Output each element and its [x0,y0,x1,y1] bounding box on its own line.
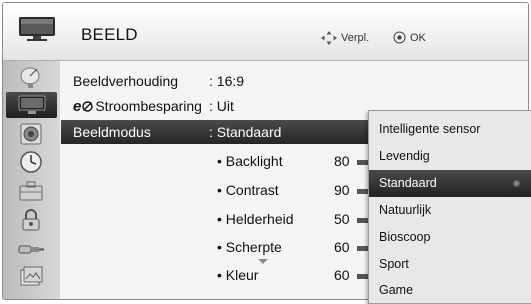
lock-icon [22,209,40,231]
energy-saving-value: : Uit [209,98,234,114]
sidebar-item-audio[interactable] [11,121,51,147]
eco-leaf-icon [82,101,94,112]
color-label: • Kleur [217,267,259,283]
sidebar-item-time[interactable] [11,149,51,175]
mode-option-label: Levendig [379,149,430,163]
picture-mode-value: : Standaard [209,124,282,140]
mode-option-intelligent-sensor[interactable]: Intelligente sensor [369,116,531,143]
picture-mode-label: Beeldmodus [73,124,151,140]
ok-hint-label: OK [410,31,426,44]
sidebar-item-media[interactable] [11,264,51,290]
sidebar-item-options[interactable] [11,178,51,204]
clock-icon [20,151,42,173]
media-photo-icon [20,266,43,286]
eco-logo: e [73,98,82,115]
scroll-down-icon[interactable] [258,259,268,264]
mode-option-bioscoop[interactable]: Bioscoop [369,224,531,251]
aspect-ratio-label: Beeldverhouding [73,73,179,89]
aspect-ratio-row[interactable]: Beeldverhouding : 16:9 [61,69,528,93]
input-plug-icon [18,245,44,254]
brightness-value: 50 [334,211,350,227]
category-sidebar [3,61,60,299]
mode-option-natuurlijk[interactable]: Natuurlijk [369,197,531,224]
menu-header: BEELD Verpl. OK [3,3,528,61]
mode-option-label: Natuurlijk [379,203,432,217]
sharpness-label: • Scherpte [217,239,282,255]
contrast-label: • Contrast [217,182,279,198]
speaker-icon [20,123,42,145]
ok-button-icon [393,31,406,44]
move-hint: Verpl. [321,31,369,45]
backlight-value: 80 [334,153,350,169]
sidebar-item-satellite[interactable] [11,65,51,91]
move-hint-label: Verpl. [341,32,370,44]
navigation-arrows-icon [321,31,337,45]
color-value: 60 [334,267,350,283]
mode-option-sport[interactable]: Sport [369,251,531,278]
mode-option-label: Sport [379,257,409,271]
mode-option-label: Game [379,283,414,297]
picture-mode-dropdown: Intelligente sensor Levendig Standaard N… [368,110,531,304]
aspect-ratio-value: : 16:9 [209,73,245,89]
energy-saving-label-group: e Stroombesparing [73,98,202,115]
tv-icon [19,17,55,41]
mode-option-levendig[interactable]: Levendig [369,143,531,170]
ok-hint: OK [393,31,426,44]
mode-option-game[interactable]: Game [369,277,531,304]
menu-title: BEELD [81,25,138,44]
mode-option-standaard[interactable]: Standaard [369,170,531,197]
mode-option-label: Intelligente sensor [379,122,481,136]
satellite-dish-icon [20,67,40,88]
sidebar-item-picture[interactable] [6,92,57,118]
selected-indicator-icon [513,180,520,187]
tv-menu-window: BEELD Verpl. OK Beeldverhouding: 16:9 e… [0,0,531,304]
energy-saving-label: Stroombesparing [95,98,202,114]
mode-option-label: Standaard [379,176,437,190]
sidebar-item-input[interactable] [11,236,51,262]
brightness-label: • Helderheid [217,211,294,227]
tv-picture-icon [18,95,45,114]
mode-option-label: Bioscoop [379,230,431,244]
backlight-label: • Backlight [217,153,283,169]
toolbox-icon [19,181,43,201]
contrast-value: 90 [334,182,350,198]
sharpness-value: 60 [334,239,350,255]
sidebar-item-lock[interactable] [11,207,51,233]
